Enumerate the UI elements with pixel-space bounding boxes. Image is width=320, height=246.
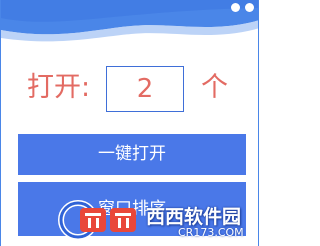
- window-dot-icon[interactable]: [245, 3, 254, 12]
- header-wave-banner: [1, 0, 258, 42]
- open-count-row: 打开: 个: [1, 66, 258, 112]
- open-all-button[interactable]: 一键打开: [18, 134, 246, 175]
- window-dot-icon[interactable]: [231, 3, 240, 12]
- open-count-label: 打开:: [27, 72, 91, 103]
- open-count-unit: 个: [201, 72, 228, 103]
- arrange-windows-button[interactable]: 窗口排序: [18, 182, 246, 236]
- app-window: 打开: 个 一键打开 窗口排序 西西软件园 CR173.COM: [0, 0, 259, 246]
- open-count-input[interactable]: [106, 66, 184, 112]
